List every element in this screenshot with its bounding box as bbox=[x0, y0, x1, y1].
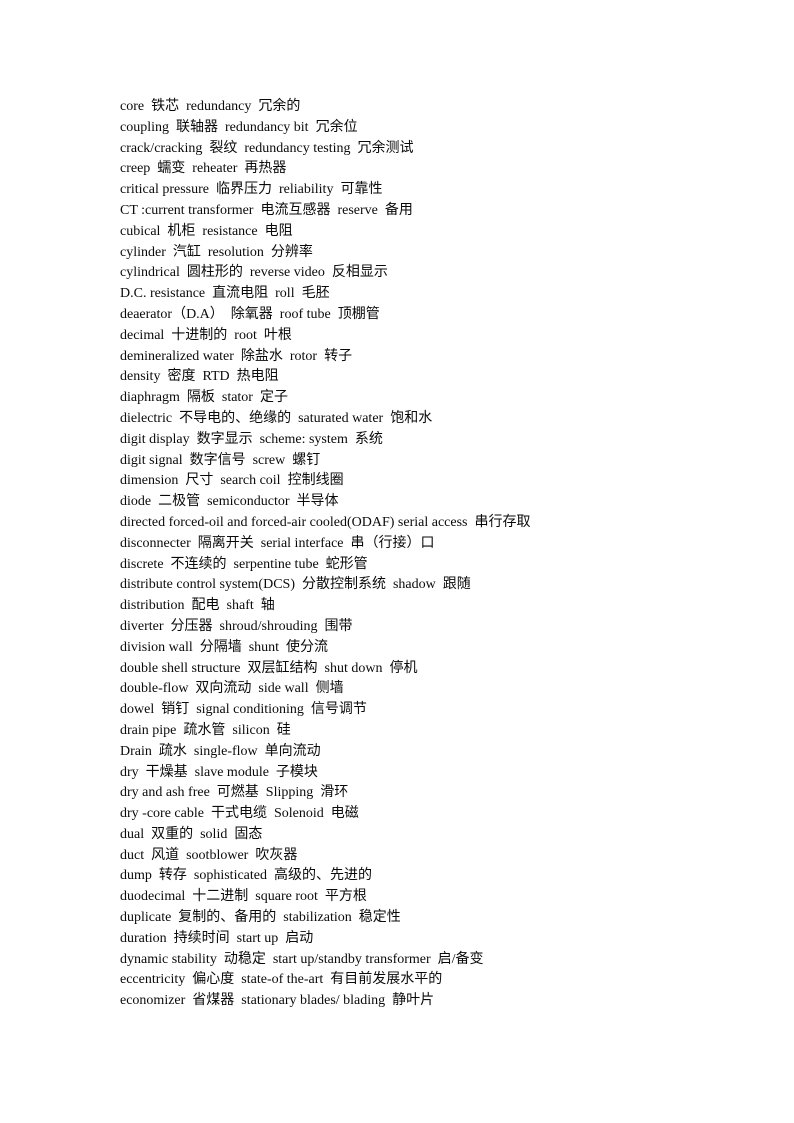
glossary-line: dry -core cable 干式电缆 Solenoid 电磁 bbox=[120, 806, 359, 822]
glossary-line: distribute control system(DCS) 分散控制系统 sh… bbox=[120, 577, 471, 593]
glossary-line: dielectric 不导电的、绝缘的 saturated water 饱和水 bbox=[120, 410, 433, 426]
glossary-line: digit display 数字显示 scheme: system 系统 bbox=[120, 431, 383, 447]
glossary-line: digit signal 数字信号 screw 螺钉 bbox=[120, 452, 321, 468]
glossary-line: diaphragm 隔板 stator 定子 bbox=[120, 390, 288, 406]
glossary-line: duplicate 复制的、备用的 stabilization 稳定性 bbox=[120, 910, 401, 926]
glossary-line: deaerator（D.A） 除氧器 roof tube 顶棚管 bbox=[120, 306, 380, 322]
glossary-line: duct 风道 sootblower 吹灰器 bbox=[120, 847, 298, 863]
glossary-line: D.C. resistance 直流电阻 roll 毛胚 bbox=[120, 286, 330, 302]
glossary-line: density 密度 RTD 热电阻 bbox=[120, 369, 279, 385]
glossary-line: cylindrical 圆柱形的 reverse video 反相显示 bbox=[120, 265, 388, 281]
glossary-line: dimension 尺寸 search coil 控制线圈 bbox=[120, 473, 344, 489]
glossary-line: division wall 分隔墙 shunt 使分流 bbox=[120, 639, 329, 655]
glossary-line: discrete 不连续的 serpentine tube 蛇形管 bbox=[120, 556, 368, 572]
glossary-line: double shell structure 双层缸结构 shut down 停… bbox=[120, 660, 418, 676]
glossary-line: CT :current transformer 电流互感器 reserve 备用 bbox=[120, 202, 413, 218]
glossary-line: dual 双重的 solid 固态 bbox=[120, 826, 263, 842]
glossary-line: coupling 联轴器 redundancy bit 冗余位 bbox=[120, 119, 358, 135]
glossary-line: decimal 十进制的 root 叶根 bbox=[120, 327, 292, 343]
glossary-line: dowel 销钉 signal conditioning 信号调节 bbox=[120, 702, 367, 718]
glossary-line: cubical 机柜 resistance 电阻 bbox=[120, 223, 293, 239]
glossary-line: core 铁芯 redundancy 冗余的 bbox=[120, 99, 301, 114]
glossary-line: double-flow 双向流动 side wall 侧墙 bbox=[120, 681, 344, 697]
glossary-line: diverter 分压器 shroud/shrouding 围带 bbox=[120, 618, 353, 634]
glossary-line: eccentricity 偏心度 state-of the-art 有目前发展水… bbox=[120, 972, 443, 988]
glossary-line: disconnecter 隔离开关 serial interface 串（行接）… bbox=[120, 535, 435, 551]
glossary-line: creep 蠕变 reheater 再热器 bbox=[120, 161, 287, 177]
glossary-line: dry 干燥基 slave module 子模块 bbox=[120, 764, 318, 780]
glossary-line: economizer 省煤器 stationary blades/ bladin… bbox=[120, 993, 435, 1009]
glossary-line: drain pipe 疏水管 silicon 硅 bbox=[120, 722, 291, 738]
glossary-line: duration 持续时间 start up 启动 bbox=[120, 930, 314, 946]
glossary-line: dump 转存 sophisticated 高级的、先进的 bbox=[120, 868, 372, 884]
glossary-line: dynamic stability 动稳定 start up/standby t… bbox=[120, 951, 484, 967]
glossary-line: duodecimal 十二进制 square root 平方根 bbox=[120, 889, 367, 905]
glossary-line: distribution 配电 shaft 轴 bbox=[120, 598, 275, 614]
document-page: core 铁芯 redundancy 冗余的 coupling 联轴器 redun… bbox=[120, 97, 740, 1012]
glossary-line: Drain 疏水 single-flow 单向流动 bbox=[120, 743, 321, 759]
glossary-line: cylinder 汽缸 resolution 分辨率 bbox=[120, 244, 313, 260]
glossary-line: demineralized water 除盐水 rotor 转子 bbox=[120, 348, 353, 364]
glossary-line: directed forced-oil and forced-air coole… bbox=[120, 514, 531, 530]
glossary-line: diode 二极管 semiconductor 半导体 bbox=[120, 494, 339, 510]
glossary-line: dry and ash free 可燃基 Slipping 滑环 bbox=[120, 785, 349, 801]
glossary-line: critical pressure 临界压力 reliability 可靠性 bbox=[120, 182, 383, 198]
glossary-line: crack/cracking 裂纹 redundancy testing 冗余测… bbox=[120, 140, 414, 156]
